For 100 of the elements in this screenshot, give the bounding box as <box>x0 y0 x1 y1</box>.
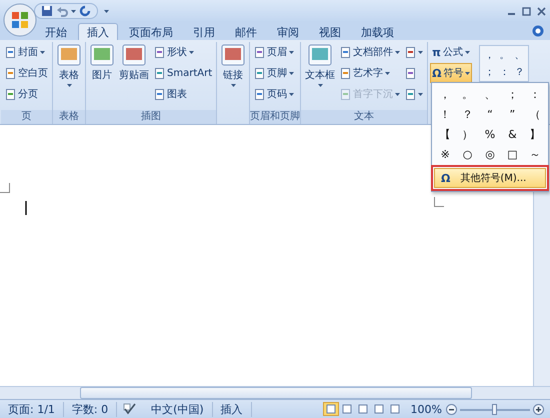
status-text: 页面: 1/1 <box>0 402 64 416</box>
symbol-item[interactable]: ： <box>524 86 546 103</box>
group-label: 页 <box>1 110 52 124</box>
ribbon-tab[interactable]: 邮件 <box>226 23 266 40</box>
more-symbols-item[interactable]: Ω 其他符号(M)... <box>434 168 546 188</box>
group-label: 页眉和页脚 <box>250 110 300 124</box>
picture-icon <box>90 44 114 66</box>
page-view-icon <box>358 404 368 414</box>
document-icon <box>405 46 416 58</box>
document-icon <box>340 88 352 100</box>
symbol-item[interactable]: 【 <box>434 126 456 143</box>
document-icon <box>5 68 16 78</box>
view-button[interactable] <box>322 402 339 416</box>
zoom-in-icon[interactable] <box>533 404 544 414</box>
symbol-item[interactable]: ○ <box>456 146 479 163</box>
caret-icon <box>289 92 294 96</box>
symbol-item[interactable]: 】 <box>524 126 546 143</box>
ribbon-button[interactable]: 页码 <box>252 84 296 104</box>
symbol-item[interactable]: ， <box>434 86 456 103</box>
caret-icon <box>385 72 390 74</box>
caret-icon <box>418 50 424 54</box>
ribbon-button[interactable]: 文本框 <box>303 42 338 89</box>
ribbon-button[interactable]: 图片 <box>88 42 116 84</box>
document-icon <box>340 46 352 58</box>
picture-icon <box>122 44 146 66</box>
text-cursor-icon <box>25 201 27 215</box>
symbol-item[interactable]: ～ <box>524 146 546 163</box>
symbol-item[interactable]: ； <box>501 86 524 103</box>
insert-mode-indicator[interactable]: 插入 <box>212 402 252 416</box>
ribbon-button[interactable]: 表格 <box>55 42 83 89</box>
symbol-item[interactable]: “ <box>478 106 502 123</box>
help-icon[interactable] <box>532 25 544 37</box>
group-label: 插图 <box>86 110 216 124</box>
caret-icon <box>40 50 45 54</box>
ribbon-button[interactable]: SmartArt <box>152 63 214 83</box>
zoom-level[interactable]: 100% <box>410 402 442 416</box>
symbol-item[interactable]: ” <box>501 106 524 123</box>
document-icon <box>254 46 266 58</box>
symbol-item[interactable]: ※ <box>434 146 456 163</box>
symbol-item[interactable]: （ <box>524 106 546 123</box>
maximize-icon[interactable] <box>522 6 531 16</box>
document-icon <box>154 88 165 100</box>
page-view-icon <box>326 404 336 414</box>
group-label: 文本 <box>301 110 428 124</box>
ribbon-button[interactable]: 链接 <box>219 42 248 89</box>
ribbon-button[interactable]: 空白页 <box>3 63 50 83</box>
page-view-icon <box>390 404 400 414</box>
zoom-slider[interactable] <box>460 402 530 416</box>
document-icon <box>254 68 266 78</box>
caret-icon <box>395 50 400 54</box>
symbol-item[interactable]: & <box>501 126 524 143</box>
ribbon-button[interactable]: 封面 <box>3 42 50 62</box>
ribbon-tab[interactable]: 开始 <box>36 23 76 40</box>
ribbon-button[interactable]: 分页 <box>3 84 50 104</box>
save-icon[interactable] <box>41 5 53 17</box>
ribbon-tab[interactable]: 引用 <box>184 23 224 40</box>
document-icon <box>5 88 16 100</box>
ribbon-button[interactable]: 图表 <box>152 84 214 104</box>
ribbon-button[interactable]: π 公式 <box>430 42 472 62</box>
page-view-icon <box>342 404 352 414</box>
zoom-out-icon[interactable] <box>446 404 457 414</box>
ribbon-button[interactable]: 艺术字 <box>338 63 402 83</box>
ribbon-tab[interactable]: 加载项 <box>352 23 403 40</box>
ribbon-button[interactable]: 页脚 <box>252 63 296 83</box>
symbol-item[interactable]: ！ <box>434 106 456 123</box>
ribbon-tab[interactable]: 视图 <box>310 23 350 40</box>
ribbon-button[interactable]: 形状 <box>152 42 214 62</box>
caret-icon <box>289 72 294 74</box>
slider-thumb[interactable] <box>492 404 497 414</box>
ribbon-button[interactable]: 文档部件 <box>338 42 402 62</box>
symbol-item[interactable]: 。 <box>456 86 479 103</box>
caret-icon <box>395 92 400 96</box>
symbol-item[interactable]: □ <box>501 146 524 163</box>
caret-icon <box>464 50 470 54</box>
margin-mark-icon <box>434 197 444 207</box>
close-icon[interactable] <box>537 6 546 16</box>
language-indicator[interactable]: 中文(中国) <box>143 402 213 416</box>
ribbon-tab[interactable]: 插入 <box>78 23 118 40</box>
caret-icon <box>418 92 424 96</box>
caret-icon <box>289 50 294 54</box>
horizontal-scrollbar[interactable] <box>0 386 550 399</box>
symbol-item[interactable]: ◎ <box>478 146 502 163</box>
checkmark-icon[interactable] <box>123 403 138 415</box>
ribbon-button[interactable]: Ω 符号 <box>430 63 472 83</box>
caret-icon <box>104 10 109 12</box>
ribbon-button[interactable]: 剪贴画 <box>117 42 151 84</box>
symbol-gallery[interactable]: ， 。 、 ； ： ？ <box>479 45 530 82</box>
redo-icon[interactable] <box>79 5 91 17</box>
caret-icon <box>465 72 470 74</box>
picture-icon <box>221 44 246 66</box>
symbol-item[interactable]: 、 <box>478 86 502 103</box>
group-label: 表格 <box>53 110 85 124</box>
ribbon-tab[interactable]: 页面布局 <box>120 23 182 40</box>
document-icon <box>405 88 416 100</box>
picture-icon <box>308 44 332 66</box>
ribbon-button[interactable]: 页眉 <box>252 42 296 62</box>
symbol-item[interactable]: ？ <box>456 106 479 123</box>
symbol-item[interactable]: % <box>478 126 502 143</box>
ribbon-tab[interactable]: 审阅 <box>268 23 308 40</box>
symbol-item[interactable]: ） <box>456 126 479 143</box>
